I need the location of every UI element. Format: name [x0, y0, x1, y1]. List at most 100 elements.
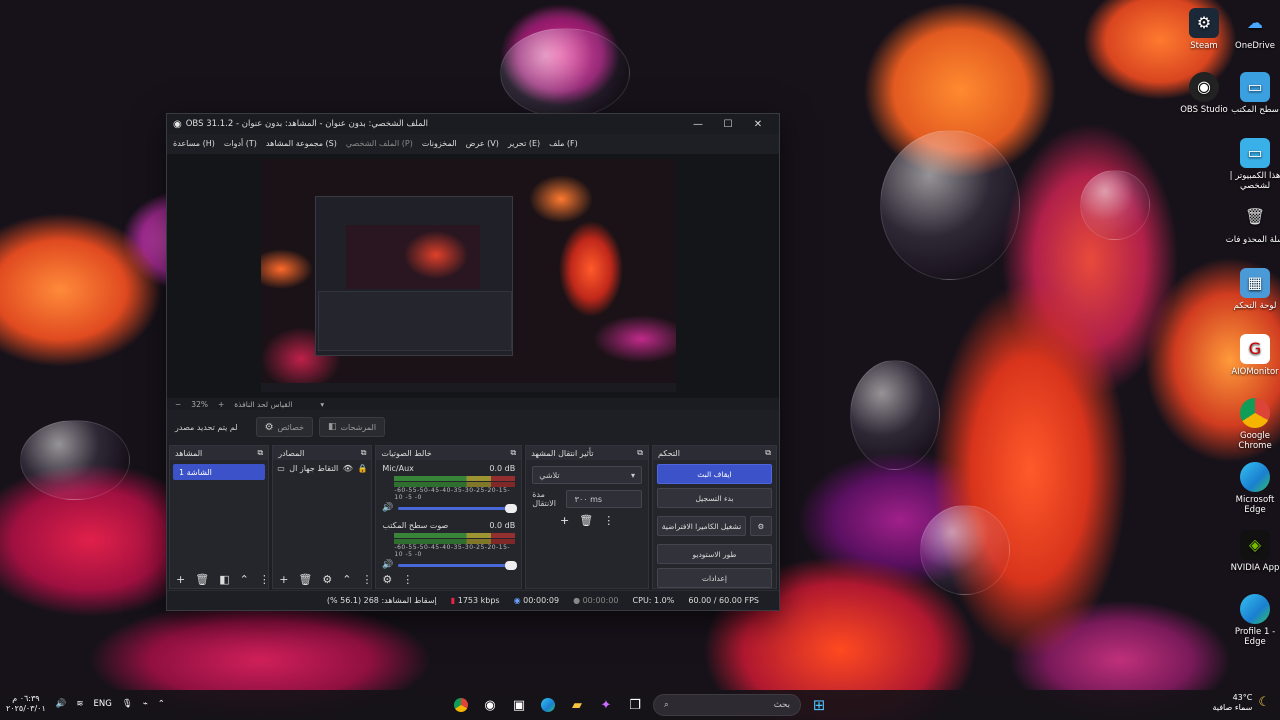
settings-button[interactable]: إعدادات — [656, 568, 772, 588]
menu-docks[interactable]: المخزونات — [422, 139, 457, 148]
menu-edit[interactable]: تحرير (E) — [508, 139, 540, 148]
title-bar[interactable]: ◉ OBS 31.1.2 - الملف الشخصي: بدون عنوان … — [167, 114, 779, 134]
desktop-icon-this-pc[interactable]: ▭ هذا الكمبيوتر | لشخصي — [1224, 138, 1280, 191]
fit-to-window-label[interactable]: القياس لحد النافذة — [234, 400, 292, 409]
zoom-out-button[interactable]: − — [175, 400, 181, 409]
menu-scene-collection[interactable]: مجموعة المشاهد (S) — [266, 139, 337, 148]
taskbar: ٠٦:٣٩ م ٢٠٢٥/٠٣/٠١ 🔊 ≋ ENG 🎙 ⌁ ⌃ ◉ ▣ ▰ ✦… — [0, 690, 1280, 720]
preview-canvas[interactable] — [261, 159, 676, 392]
trash-icon[interactable]: 🗑 — [298, 573, 312, 586]
dropped-frames: إسقاط المشاهد: 268 (56.1 %) — [326, 596, 437, 605]
volume-meter — [394, 476, 516, 481]
desktop-icon-control-panel[interactable]: ▦ لوحة التحكم — [1224, 268, 1280, 311]
task-view-icon[interactable]: ❐ — [624, 694, 646, 716]
desktop-icon-recycle-bin[interactable]: 🗑 سلة المحذو فات — [1224, 202, 1280, 246]
duration-value: ٣٠٠ ms — [574, 494, 603, 504]
wallpaper-bubble — [880, 130, 1020, 280]
obs-window: ◉ OBS 31.1.2 - الملف الشخصي: بدون عنوان … — [166, 113, 780, 611]
taskbar-search[interactable]: ⌕ بحث — [653, 694, 801, 716]
close-icon[interactable]: ✕ — [743, 119, 773, 130]
gear-icon[interactable]: ⚙ — [322, 573, 332, 586]
mixer-dock-header: خالط الصوتيات ⧉ — [376, 446, 522, 460]
virtual-camera-settings-button[interactable]: ⚙ — [749, 516, 772, 536]
chrome-taskbar-icon[interactable] — [450, 694, 472, 716]
source-item[interactable]: ▭ التقاط جهاز ال 👁 🔒 — [277, 464, 367, 473]
rec-timer: ● 00:00:00 — [573, 596, 618, 605]
more-icon[interactable]: ⋮ — [259, 573, 270, 586]
search-icon: ⌕ — [664, 700, 669, 710]
more-icon[interactable]: ⋮ — [402, 573, 413, 586]
studio-mode-button[interactable]: طور الاستوديو — [656, 544, 772, 564]
trash-icon[interactable]: 🗑 — [195, 573, 209, 586]
obs-taskbar-icon[interactable]: ◉ — [479, 694, 501, 716]
add-scene-button[interactable]: + — [176, 573, 185, 586]
speaker-icon[interactable]: 🔊 — [382, 560, 393, 570]
copilot-icon[interactable]: ✦ — [595, 694, 617, 716]
menu-tools[interactable]: أدوات (T) — [224, 139, 257, 148]
speaker-icon[interactable]: 🔊 — [382, 503, 393, 513]
more-icon[interactable]: ⋮ — [603, 514, 614, 527]
chevron-up-icon[interactable]: ⌃ — [342, 573, 351, 586]
advanced-audio-icon[interactable]: ⚙ — [382, 573, 392, 586]
add-transition-button[interactable]: + — [560, 514, 569, 527]
microphone-icon[interactable]: 🎙 — [122, 699, 133, 709]
volume-slider[interactable]: 🔊 — [382, 560, 518, 570]
clock[interactable]: ٠٦:٣٩ م ٢٠٢٥/٠٣/٠١ — [6, 694, 46, 714]
desktop-icon-onedrive[interactable]: ☁ OneDrive — [1224, 8, 1280, 52]
volume-icon[interactable]: 🔊 — [56, 699, 67, 709]
properties-label: خصائص — [277, 422, 304, 432]
scene-item[interactable]: الشاشة 1 — [173, 464, 266, 480]
desktop-icon-edge[interactable]: Microsoft Edge — [1224, 462, 1280, 515]
eye-icon[interactable]: 👁 — [343, 464, 353, 473]
transition-select[interactable]: تلاشي ▾ — [532, 466, 642, 484]
chevron-down-icon[interactable]: ▾ — [320, 400, 324, 409]
obs-icon: ◉ — [1189, 72, 1219, 102]
lock-icon[interactable]: 🔒 — [357, 464, 367, 473]
menu-file[interactable]: ملف (F) — [549, 139, 578, 148]
desktop-icon-nvidia[interactable]: ◈ NVIDIA App — [1224, 530, 1280, 573]
trash-icon[interactable]: 🗑 — [579, 514, 593, 527]
meter-scale: -60-55-50-45-40-35-30-25-20-15-10 -5 -0 — [394, 487, 511, 501]
undock-icon[interactable]: ⧉ — [511, 448, 517, 458]
desktop-icon-edge-profile[interactable]: Profile 1 - Edge — [1224, 594, 1280, 647]
undock-icon[interactable]: ⧉ — [257, 448, 263, 458]
chevron-up-icon[interactable]: ⌃ — [158, 699, 165, 709]
undock-icon[interactable]: ⧉ — [637, 448, 643, 458]
preview-area[interactable] — [167, 154, 779, 410]
file-explorer-icon[interactable]: ▰ — [566, 694, 588, 716]
zoom-in-button[interactable]: + — [218, 400, 224, 409]
chevron-up-icon[interactable]: ⌃ — [240, 573, 249, 586]
desktop-icon-desktop-folder[interactable]: ▭ سطح المكتب — [1224, 72, 1280, 115]
filters-button[interactable]: ◧ المرشحات — [318, 417, 386, 437]
more-icon[interactable]: ⋮ — [361, 573, 372, 586]
duration-input[interactable]: ٣٠٠ ms — [565, 490, 642, 508]
desktop-icon-label: Microsoft Edge — [1235, 495, 1275, 515]
menu-help[interactable]: مساعدة (H) — [173, 139, 215, 148]
desktop-icon-chrome[interactable]: Google Chrome — [1224, 398, 1280, 451]
control-panel-icon: ▦ — [1240, 268, 1270, 298]
volume-slider[interactable]: 🔊 — [382, 503, 518, 513]
undock-icon[interactable]: ⧉ — [361, 448, 367, 458]
network-icon[interactable]: ⌁ — [143, 699, 148, 709]
wifi-icon[interactable]: ≋ — [76, 699, 83, 709]
properties-button[interactable]: ⚙ خصائص — [255, 417, 313, 437]
filter-icon[interactable]: ◧ — [219, 573, 229, 586]
edge-taskbar-icon[interactable] — [537, 694, 559, 716]
menu-bar: ملف (F) تحرير (E) عرض (V) المخزونات المل… — [167, 134, 779, 152]
maximize-icon[interactable]: ☐ — [713, 119, 743, 130]
add-source-button[interactable]: + — [279, 573, 288, 586]
language-indicator[interactable]: ENG — [93, 699, 111, 709]
store-taskbar-icon[interactable]: ▣ — [508, 694, 530, 716]
minimize-icon[interactable]: — — [683, 119, 713, 130]
start-icon[interactable]: ⊞ — [808, 694, 830, 716]
nvidia-icon: ◈ — [1240, 530, 1270, 560]
menu-view[interactable]: عرض (V) — [466, 139, 499, 148]
stop-streaming-button[interactable]: ايقاف البث — [656, 464, 772, 484]
start-recording-button[interactable]: بدء التسجيل — [656, 488, 772, 508]
menu-profile[interactable]: الملف الشخصي (P) — [346, 139, 413, 148]
weather-widget[interactable]: 43°C سماء صافية ☾ — [1213, 693, 1270, 713]
undock-icon[interactable]: ⧉ — [765, 448, 771, 458]
start-virtual-camera-button[interactable]: تشغيل الكاميرا الافتراضية — [656, 516, 746, 536]
desktop-icon-aiomonitor[interactable]: G AIOMonitor — [1224, 334, 1280, 377]
preview-nested-window — [315, 196, 513, 356]
